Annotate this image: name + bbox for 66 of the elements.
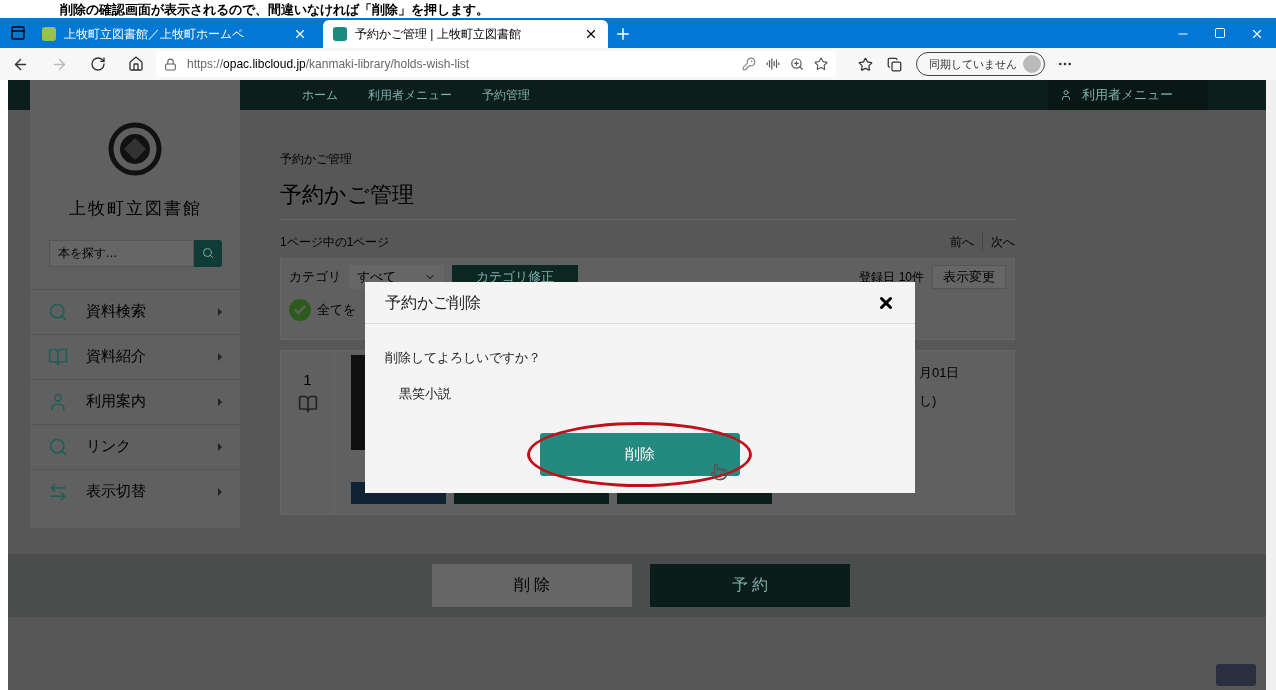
caret-icon [218,397,222,406]
person-icon [1060,89,1072,101]
close-icon[interactable] [584,27,598,41]
caret-icon [218,307,222,316]
confirm-delete-button[interactable]: 削除 [540,433,740,476]
search-icon [201,247,214,259]
avatar-icon [1023,55,1041,73]
breadcrumb: 予約かご管理 [280,151,353,168]
favorites-icon[interactable] [858,56,873,72]
sidebar-item[interactable]: 表示切替 [30,468,240,514]
nav-link[interactable]: 予約管理 [470,86,542,104]
caret-icon [218,442,222,451]
arrows-icon [48,481,68,502]
dialog-title: 予約かご削除 [385,292,482,313]
sidebar-item[interactable]: 資料検索 [30,288,240,334]
category-label: カテゴリ [289,268,341,287]
key-icon[interactable] [742,57,756,71]
home-icon[interactable] [128,56,144,72]
note-text: し) [919,391,938,410]
sidebar-item[interactable]: リンク [30,423,240,469]
reload-icon[interactable] [90,56,106,72]
nav-link[interactable]: 利用者メニュー [356,86,464,104]
select-all-label[interactable]: 全てを [317,300,356,320]
search-icon [48,436,68,457]
dialog-message: 削除してよろしいですか？ [385,349,542,367]
item-number: 1 [303,370,312,390]
prev-link[interactable]: 前へ [950,233,983,251]
browser-tab[interactable]: 予約かご管理 | 上牧町立図書館 [323,20,608,48]
nav-link[interactable]: ホーム [290,86,350,104]
lock-icon [164,57,177,71]
tab-actions-icon[interactable] [10,25,26,41]
book-icon [48,346,68,367]
display-change-button[interactable]: 表示変更 [932,265,1006,289]
library-emblem-icon [106,120,164,178]
sort-label: 登録日 10件 [859,269,924,286]
read-aloud-icon[interactable] [766,57,780,71]
check-icon[interactable] [289,299,311,321]
footer-button[interactable]: 削 除 [432,563,632,607]
book-icon [297,393,318,414]
caret-icon [218,487,222,496]
date-text: 月01日 [919,364,961,382]
search-field[interactable]: 本を探す… [48,239,194,267]
page-info: 1ページ中の1ページ [280,234,391,251]
address-bar[interactable]: https://opac.libcloud.jp/kanmaki-library/holds-wish-list [156,51,836,77]
maximize-icon[interactable] [1214,27,1226,39]
sidebar-item[interactable]: 資料紹介 [30,333,240,379]
person-icon [48,391,68,412]
caret-icon [218,352,222,361]
site-icon [42,27,56,41]
new-tab-icon[interactable] [614,25,632,43]
collections-icon[interactable] [887,56,902,72]
user-menu[interactable]: 利用者メニュー [1048,80,1208,110]
page-title: 予約かご管理 [280,178,1015,220]
star-icon[interactable] [814,57,828,71]
site-icon [333,27,347,41]
pointer-cursor-icon [710,462,728,482]
search-button[interactable] [193,239,222,267]
zoom-icon[interactable] [790,57,804,71]
book-title: 黒笑小説 [399,384,452,403]
footer-button[interactable]: 予 約 [650,563,850,607]
scrollbar[interactable] [1266,80,1276,690]
library-name: 上牧町立図書館 [68,198,202,220]
sidebar-item[interactable]: 利用案内 [30,378,240,424]
search-icon [48,301,68,322]
caption-text: 削除の確認画面が表示されるので、間違いなければ「削除」を押します。 [60,2,489,16]
next-link[interactable]: 次へ [983,233,1015,251]
